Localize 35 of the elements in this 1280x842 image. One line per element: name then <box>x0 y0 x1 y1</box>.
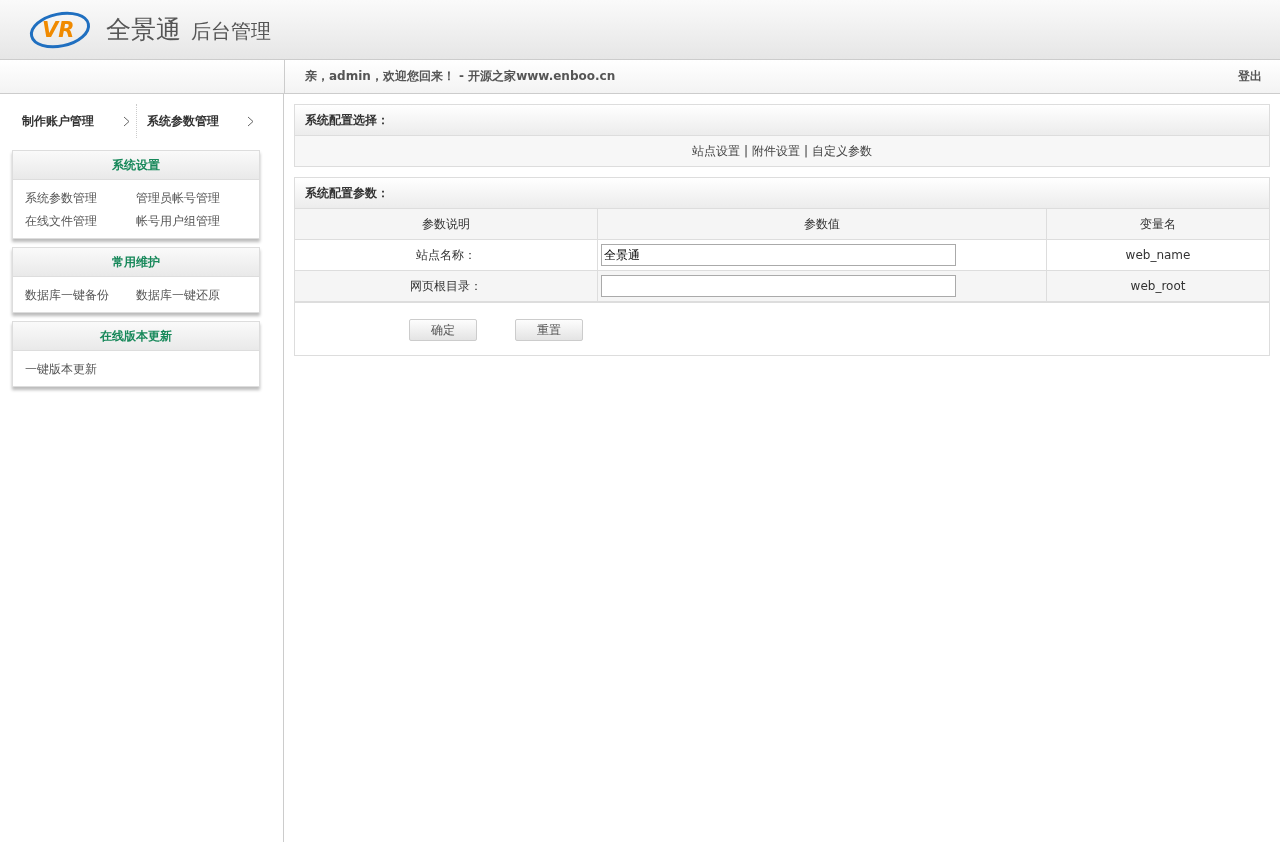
config-link[interactable]: 自定义参数 <box>812 144 873 158</box>
breadcrumb-item[interactable]: 制作账户管理 <box>22 112 94 130</box>
menu-link[interactable]: 数据库一键还原 <box>136 287 247 304</box>
input-field[interactable] <box>601 275 956 297</box>
menu-link[interactable]: 数据库一键备份 <box>25 287 136 304</box>
form-button[interactable]: 重置 <box>515 319 583 341</box>
column-header: 参数说明 <box>295 209 598 240</box>
menu-card-title: 系统设置 <box>13 151 259 180</box>
table-cell: 站点名称： <box>295 239 598 271</box>
table-cell: web_root <box>1046 270 1269 302</box>
form-button[interactable]: 确定 <box>409 319 477 341</box>
menu-card-title: 在线版本更新 <box>13 322 259 351</box>
menu-link[interactable]: 管理员帐号管理 <box>136 190 247 207</box>
table-cell: 网页根目录： <box>295 270 598 302</box>
input-field[interactable]: 全景通 <box>601 244 956 266</box>
link-separator: | <box>804 144 809 158</box>
welcome-text: 亲，admin，欢迎您回来！ - 开源之家www.enboo.cn <box>305 68 616 85</box>
app-subtitle: 后台管理 <box>191 18 271 45</box>
menu-link[interactable]: 帐号用户组管理 <box>136 213 247 230</box>
chevron-right-icon <box>122 115 130 127</box>
breadcrumb-item[interactable]: 系统参数管理 <box>146 112 219 130</box>
chevron-right-icon <box>247 115 254 127</box>
logout-link[interactable]: 登出 <box>1238 68 1262 85</box>
app-title: 全景通 <box>106 14 181 46</box>
link-separator: | <box>743 144 748 158</box>
logo-text: VR <box>42 17 75 42</box>
menu-link[interactable]: 一键版本更新 <box>25 361 136 378</box>
logo-ring-icon <box>28 9 92 50</box>
config-link[interactable]: 附件设置 <box>752 144 800 158</box>
menu-link[interactable]: 在线文件管理 <box>25 213 136 230</box>
column-header: 变量名 <box>1046 209 1269 240</box>
menu-card-title: 常用维护 <box>13 248 259 277</box>
config-link[interactable]: 站点设置 <box>691 144 740 158</box>
column-header: 参数值 <box>597 209 1047 240</box>
menu-link[interactable]: 系统参数管理 <box>25 190 136 207</box>
